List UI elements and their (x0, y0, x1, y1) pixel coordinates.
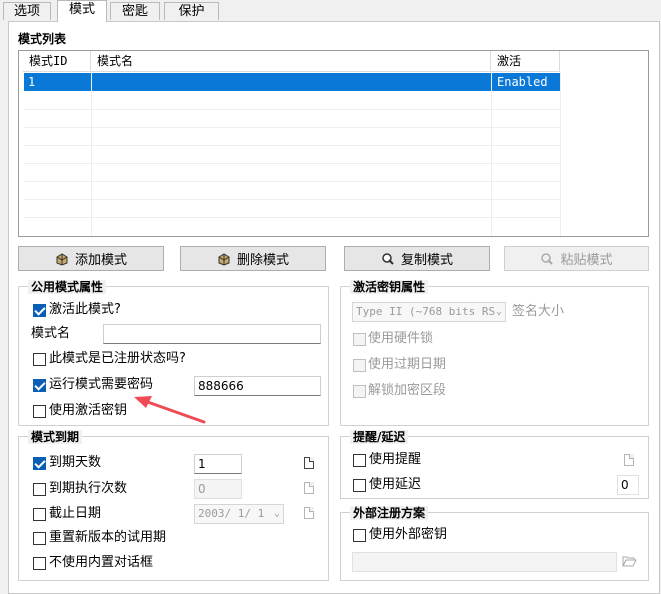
copy-mode-button[interactable]: 复制模式 (344, 246, 490, 271)
activate-mode-label: 激活此模式? (49, 302, 121, 317)
column-header-mode-name[interactable]: 模式名 (91, 51, 491, 72)
folder-open-icon[interactable] (622, 555, 637, 568)
annotation-arrow-icon (134, 396, 206, 424)
delete-mode-button[interactable]: 删除模式 (180, 246, 326, 271)
chevron-down-icon: ⌄ (495, 306, 502, 317)
tab-keys[interactable]: 密匙 (110, 2, 160, 20)
password-input[interactable]: 888666 (194, 376, 321, 396)
registered-checkbox[interactable] (33, 353, 46, 366)
use-external-key-label: 使用外部密钥 (369, 527, 448, 542)
paste-mode-button[interactable]: 粘贴模式 (504, 246, 649, 271)
use-activation-key-checkbox[interactable] (33, 405, 46, 418)
row-divider (24, 109, 560, 110)
end-date-label: 截止日期 (49, 506, 102, 521)
reset-trial-checkbox[interactable] (33, 532, 46, 545)
row-mode-name (93, 73, 95, 91)
file-icon[interactable] (304, 507, 314, 519)
row-mode-id: 1 (28, 75, 36, 89)
activation-key-props-title: 激活密钥属性 (350, 280, 429, 294)
row-divider (24, 163, 560, 164)
registered-label: 此模式是已注册状态吗? (49, 351, 186, 366)
end-date-value: 2003/ 1/ 1 (198, 507, 265, 520)
mode-name-input[interactable] (103, 324, 321, 344)
use-delay-label: 使用延迟 (369, 477, 422, 492)
add-mode-button[interactable]: 添加模式 (18, 246, 164, 271)
file-icon[interactable] (624, 454, 634, 466)
use-activation-key-label: 使用激活密钥 (49, 403, 128, 418)
mode-list-title: 模式列表 (18, 32, 67, 46)
copy-mode-label: 复制模式 (400, 253, 453, 268)
paste-mode-label: 粘贴模式 (560, 253, 613, 268)
delete-mode-icon (218, 252, 230, 266)
add-mode-icon (56, 252, 68, 266)
key-type-value: Type II (~768 bits RS (356, 305, 496, 318)
reminder-delay-title: 提醒/延迟 (350, 430, 409, 444)
row-active: Enabled (497, 75, 548, 89)
column-divider (491, 72, 492, 236)
row-divider (24, 127, 560, 128)
no-builtin-dialog-label: 不使用内置对话框 (49, 555, 154, 570)
mode-name-label: 模式名 (31, 326, 71, 341)
public-mode-props-title: 公用模式属性 (28, 280, 107, 294)
delay-input[interactable]: 0 (617, 475, 639, 495)
row-divider (24, 199, 560, 200)
no-builtin-dialog-checkbox[interactable] (33, 557, 46, 570)
exec-count-label: 到期执行次数 (49, 481, 128, 496)
exec-count-checkbox[interactable] (33, 483, 46, 496)
reset-trial-label: 重置新版本的试用期 (49, 530, 167, 545)
add-mode-label: 添加模式 (74, 253, 127, 268)
use-hardware-lock-label: 使用硬件锁 (368, 331, 434, 346)
unlock-encrypted-label: 解锁加密区段 (368, 383, 447, 398)
tab-options[interactable]: 选项 (3, 2, 51, 20)
file-icon[interactable] (304, 482, 314, 494)
signature-size-label: 签名大小 (512, 304, 565, 319)
column-divider (91, 72, 92, 236)
end-date-checkbox[interactable] (33, 508, 46, 521)
column-header-mode-id[interactable]: 模式ID (23, 51, 91, 72)
use-delay-checkbox[interactable] (353, 479, 366, 492)
expiry-days-label: 到期天数 (49, 455, 102, 470)
use-hardware-lock-checkbox[interactable] (353, 333, 366, 346)
delete-mode-label: 删除模式 (236, 253, 289, 268)
row-divider (24, 145, 560, 146)
use-reminder-checkbox[interactable] (353, 454, 366, 467)
paste-mode-icon (541, 252, 554, 265)
file-icon[interactable] (304, 457, 314, 469)
column-divider (560, 72, 561, 236)
use-external-key-checkbox[interactable] (353, 529, 366, 542)
column-header-active[interactable]: 激活 (491, 51, 560, 72)
expiry-days-checkbox[interactable] (33, 457, 46, 470)
external-registration-title: 外部注册方案 (350, 506, 429, 520)
chevron-down-icon: ⌄ (273, 508, 280, 519)
mode-expiry-title: 模式到期 (28, 430, 83, 444)
tab-mode[interactable]: 模式 (57, 0, 107, 22)
end-date-picker[interactable]: 2003/ 1/ 1 ⌄ (194, 504, 284, 524)
use-expiry-date-checkbox[interactable] (353, 359, 366, 372)
need-password-checkbox[interactable] (33, 379, 46, 392)
expiry-days-input[interactable]: 1 (194, 454, 242, 474)
tab-protection[interactable]: 保护 (164, 2, 219, 20)
mode-list[interactable]: 模式ID 模式名 激活 1 Enabled (18, 50, 649, 237)
external-key-path-input[interactable] (352, 552, 617, 572)
copy-mode-icon (382, 252, 394, 265)
key-type-select[interactable]: Type II (~768 bits RS ⌄ (352, 302, 506, 322)
unlock-encrypted-checkbox[interactable] (353, 385, 366, 398)
use-expiry-date-label: 使用过期日期 (368, 357, 447, 372)
tab-bar: 选项 模式 密匙 保护 (0, 0, 661, 22)
row-divider (24, 181, 560, 182)
use-reminder-label: 使用提醒 (369, 452, 422, 467)
exec-count-input[interactable]: 0 (194, 479, 242, 499)
table-row[interactable] (24, 73, 560, 91)
activate-mode-checkbox[interactable] (33, 304, 46, 317)
row-divider (24, 217, 560, 218)
